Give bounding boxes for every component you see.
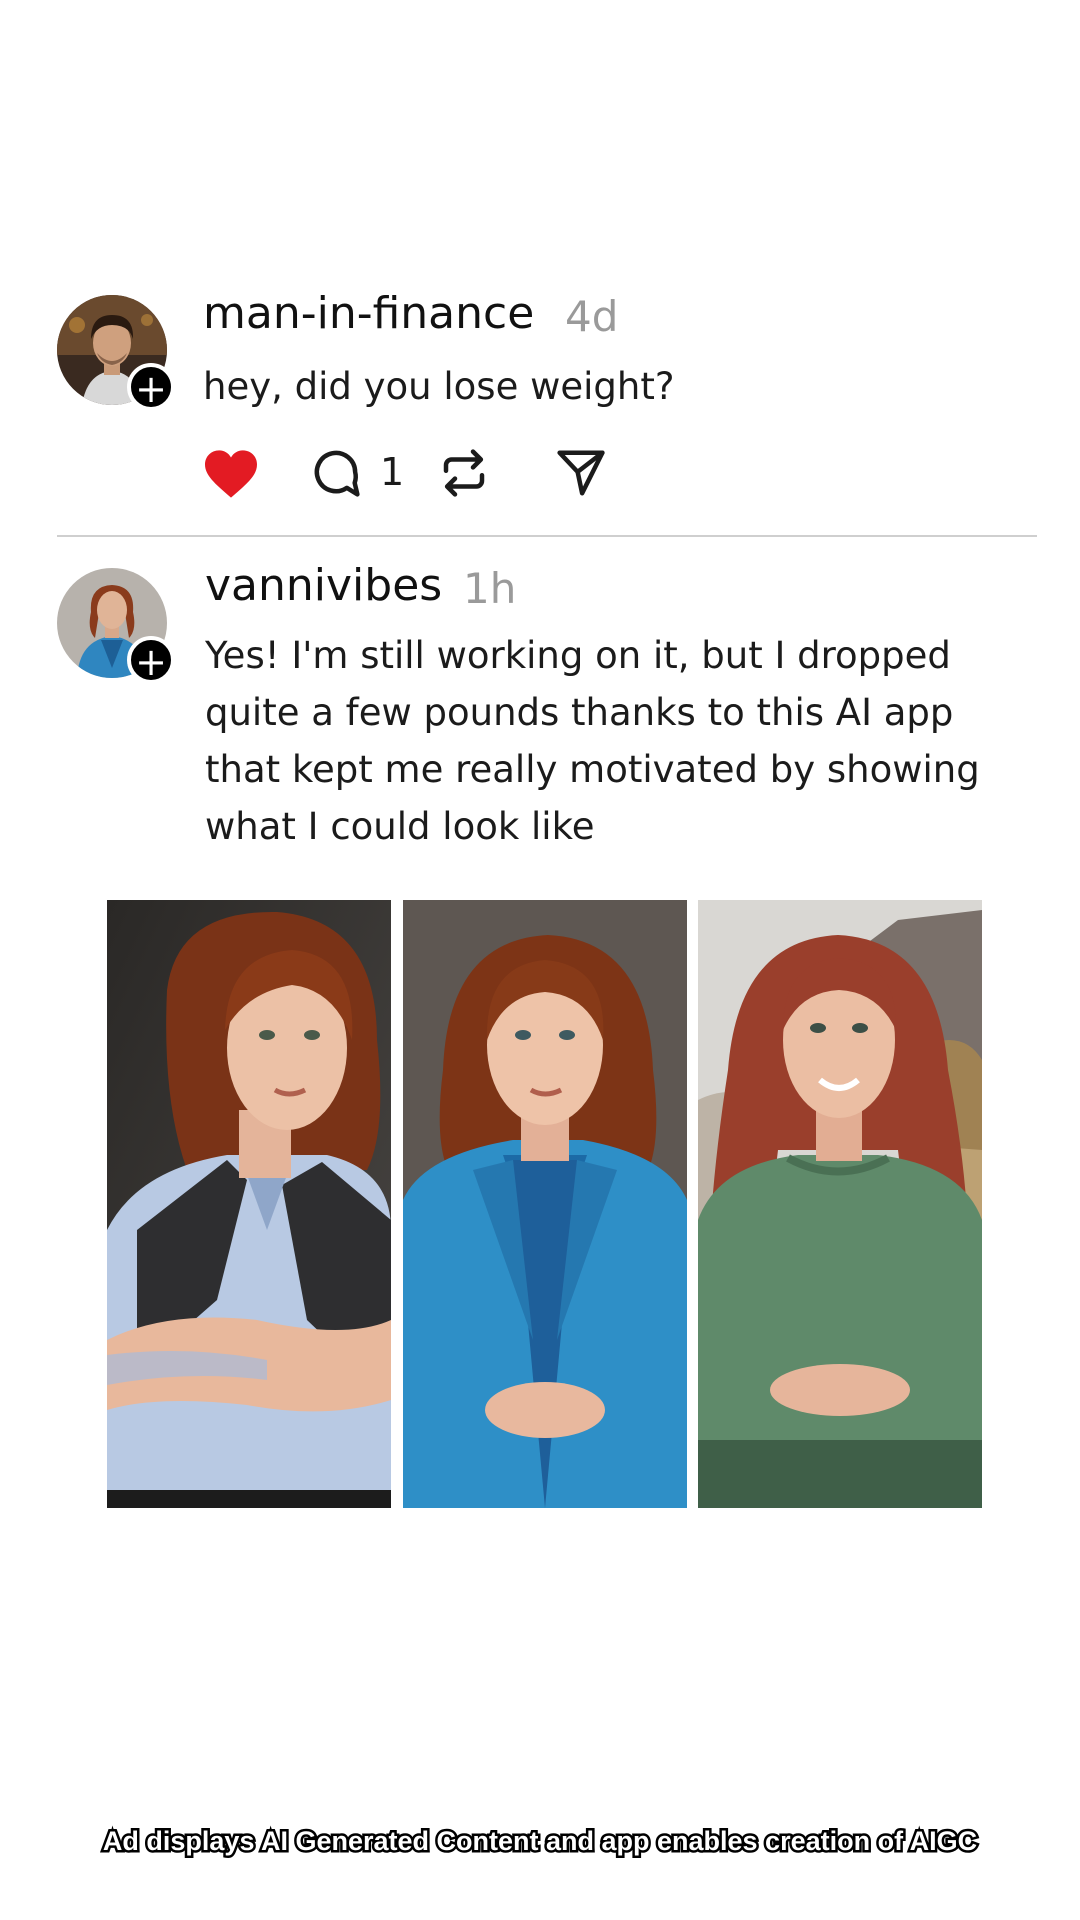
photo-blue-blazer[interactable] (403, 900, 687, 1508)
follow-button[interactable]: + (127, 636, 175, 684)
follow-button[interactable]: + (127, 363, 175, 411)
username[interactable]: man-in-finance (203, 288, 534, 339)
comment-icon[interactable] (309, 446, 363, 500)
divider (57, 535, 1037, 537)
comment-count: 1 (380, 450, 405, 494)
post-text: Yes! I'm still working on it, but I drop… (205, 634, 980, 848)
photo-green-sweater[interactable] (698, 900, 982, 1508)
woman-portrait-green-sweater-image (698, 900, 982, 1508)
woman-portrait-vest-image (107, 900, 391, 1508)
heart-icon[interactable] (202, 448, 260, 500)
share-icon[interactable] (554, 446, 608, 500)
username[interactable]: vannivibes (205, 560, 442, 611)
post-text: hey, did you lose weight? (203, 365, 675, 408)
post-time: 4d (565, 292, 619, 341)
repost-icon[interactable] (437, 446, 491, 500)
woman-portrait-blue-blazer-image (403, 900, 687, 1508)
ai-content-disclaimer: Ad displays AI Generated Content and app… (100, 1824, 979, 1859)
post-time: 1h (463, 564, 517, 613)
photo-vest[interactable] (107, 900, 391, 1508)
